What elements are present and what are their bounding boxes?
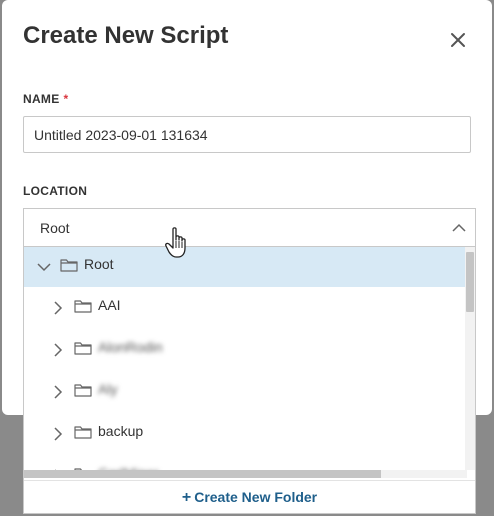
tree-item[interactable]: Root	[24, 246, 467, 287]
tree-item-label: Aly	[98, 381, 118, 397]
plus-icon: +	[181, 489, 192, 506]
location-select[interactable]: Root	[23, 208, 476, 247]
chevron-right-icon[interactable]	[50, 426, 66, 442]
create-new-folder-button[interactable]: + Create New Folder	[24, 480, 475, 513]
close-icon	[451, 33, 465, 47]
location-label: LOCATION	[23, 184, 88, 198]
chevron-right-icon[interactable]	[50, 342, 66, 358]
hand-pointer-icon	[165, 227, 186, 258]
tree-item[interactable]: CarlMiner	[24, 455, 467, 470]
create-folder-label: Create New Folder	[194, 489, 318, 505]
folder-icon	[74, 426, 92, 439]
horizontal-scrollbar[interactable]	[24, 470, 467, 478]
location-dropdown: Root AAI AlonRodin Aly backup CarlMiner +Crea…	[23, 246, 476, 514]
folder-icon	[60, 259, 78, 272]
folder-icon	[74, 300, 92, 313]
chevron-right-icon[interactable]	[50, 384, 66, 400]
dialog-title: Create New Script	[23, 22, 229, 49]
folder-tree: Root AAI AlonRodin Aly backup CarlMiner	[24, 246, 467, 470]
tree-item[interactable]: AlonRodin	[24, 329, 467, 370]
vertical-scroll-thumb[interactable]	[466, 252, 474, 312]
vertical-scrollbar[interactable]	[465, 246, 475, 470]
tree-item[interactable]: AAI	[24, 287, 467, 328]
chevron-up-icon	[452, 223, 466, 232]
required-marker: *	[63, 92, 69, 106]
chevron-right-icon[interactable]	[50, 300, 66, 316]
create-folder-label-wrap: + Create New Folder	[182, 489, 317, 507]
close-button[interactable]	[446, 28, 470, 52]
chevron-down-icon[interactable]	[36, 259, 52, 275]
tree-item-label: backup	[98, 423, 144, 439]
folder-icon	[74, 384, 92, 397]
tree-item-label: Root	[84, 256, 114, 272]
tree-item-label: AAI	[98, 297, 121, 313]
tree-item-label: AlonRodin	[98, 339, 163, 355]
name-label: NAME *	[23, 92, 69, 106]
folder-icon	[74, 342, 92, 355]
tree-item[interactable]: Aly	[24, 371, 467, 412]
location-selected-value: Root	[40, 220, 70, 236]
name-input[interactable]	[23, 116, 471, 153]
horizontal-scroll-thumb[interactable]	[24, 470, 381, 478]
tree-item[interactable]: backup	[24, 413, 467, 454]
name-label-text: NAME	[23, 92, 60, 106]
